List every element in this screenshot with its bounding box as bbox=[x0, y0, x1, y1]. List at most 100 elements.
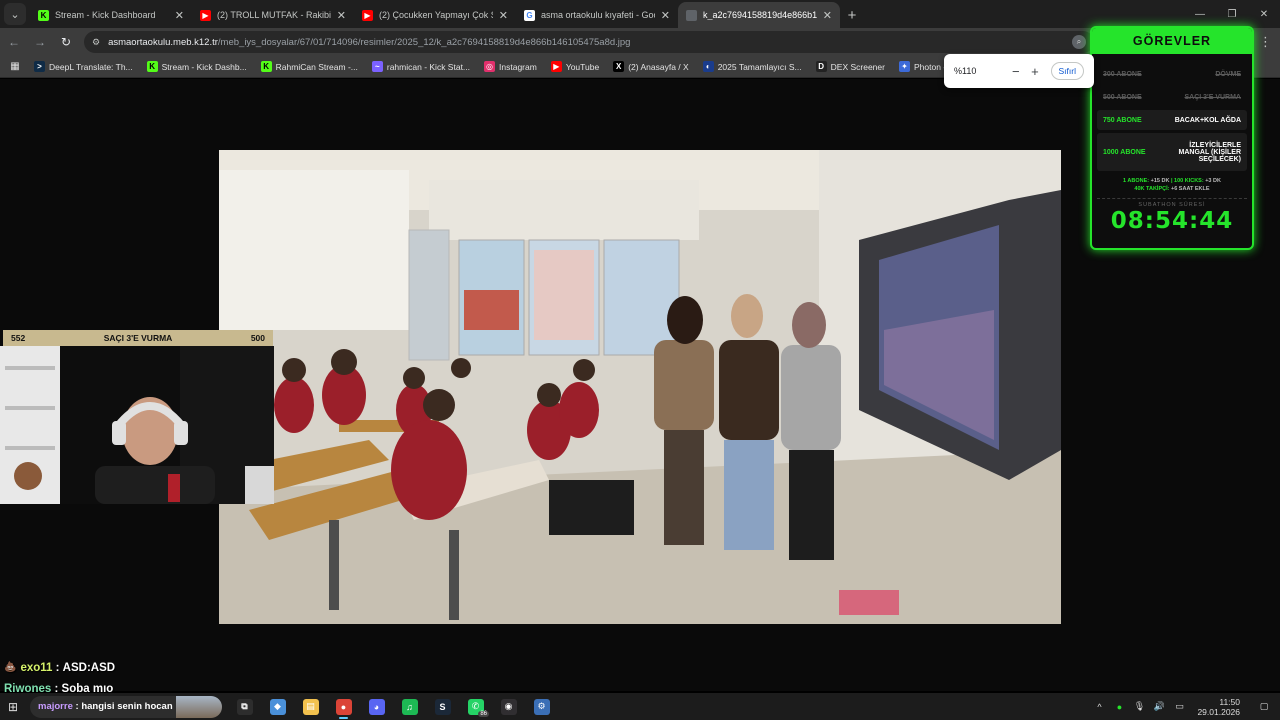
bookmark-item[interactable]: D DEX Screener bbox=[815, 61, 885, 72]
apps-grid-icon[interactable]: ▦ bbox=[4, 61, 26, 72]
taskbar-task-view-icon[interactable]: ⧉ bbox=[228, 693, 261, 720]
microphone-icon[interactable]: 🎙 bbox=[1131, 701, 1147, 712]
network-icon[interactable]: ▭ bbox=[1171, 701, 1187, 712]
app-misc-glyph: ⚙ bbox=[533, 698, 550, 715]
bookmark-favicon-icon: > bbox=[34, 61, 45, 72]
reload-icon[interactable]: ↻ bbox=[54, 30, 78, 54]
zoom-out-icon[interactable]: − bbox=[1006, 64, 1025, 79]
bookmark-item[interactable]: ◎ Instagram bbox=[484, 61, 537, 72]
zoom-popup: %110 − + Sıfırl bbox=[944, 54, 1094, 88]
rule-follow-value: +6 SAAT EKLE bbox=[1171, 186, 1210, 192]
obs-glyph: ◉ bbox=[500, 698, 517, 715]
back-icon[interactable]: ← bbox=[2, 30, 26, 54]
tray-status-icon[interactable]: ● bbox=[1111, 702, 1127, 712]
streamer-webcam bbox=[0, 346, 274, 504]
chat-username: exo11 bbox=[20, 661, 53, 674]
minimize-icon[interactable]: — bbox=[1184, 0, 1216, 28]
goal-row: 300 ABONE DÖVME bbox=[1097, 64, 1247, 84]
taskbar-search[interactable]: majorre : hangisi senin hocan bbox=[30, 695, 222, 718]
new-tab-icon[interactable]: + bbox=[840, 3, 864, 27]
goal-label: SAÇI 3'E VURMA bbox=[103, 333, 173, 343]
clock-date: 29.01.2026 bbox=[1197, 706, 1240, 717]
taskbar-file-explorer-icon[interactable]: ▤ bbox=[294, 693, 327, 720]
forward-icon[interactable]: → bbox=[28, 30, 52, 54]
bookmark-list: > DeepL Translate: Th... K Stream - Kick Da… bbox=[34, 61, 1043, 72]
bookmark-favicon-icon: K bbox=[146, 61, 158, 72]
taskbar-chrome-icon[interactable]: ● bbox=[327, 693, 360, 720]
subscriber-goal-bar: 552 SAÇI 3'E VURMA 500 bbox=[3, 330, 273, 346]
bookmark-label: DeepL Translate: Th... bbox=[49, 61, 133, 72]
bookmark-item[interactable]: ▶ YouTube bbox=[550, 61, 599, 72]
goal-threshold: 500 ABONE bbox=[1103, 93, 1142, 101]
zoom-reset-button[interactable]: Sıfırl bbox=[1050, 62, 1084, 80]
tray-chevron-icon[interactable]: ^ bbox=[1091, 702, 1107, 712]
chat-badge-icon: 💩 bbox=[4, 662, 17, 673]
zoom-level: %110 bbox=[954, 66, 977, 76]
goal-threshold: 300 ABONE bbox=[1103, 70, 1142, 78]
tab-close-icon[interactable]: ✕ bbox=[823, 9, 832, 22]
search-highlight-thumbnail bbox=[176, 695, 222, 718]
goal-reward: İZLEYİCİLERLE MANGAL (KİŞİLER SEÇİLECEK) bbox=[1178, 141, 1241, 163]
taskbar-spotify-icon[interactable]: ♫ bbox=[393, 693, 426, 720]
classroom-illustration bbox=[219, 150, 1061, 624]
taskbar-whatsapp-icon[interactable]: ✆ 86 bbox=[459, 693, 492, 720]
taskbar-clock[interactable]: 11:50 29.01.2026 bbox=[1197, 697, 1240, 717]
browser-tab[interactable]: ▶ (2) TROLL MUTFAK - Rakibinin Y ✕ bbox=[192, 2, 354, 28]
bookmark-item[interactable]: K RahmiCan Stream -... bbox=[260, 61, 358, 72]
taskbar-app-misc-icon[interactable]: ⚙ bbox=[525, 693, 558, 720]
goal-reward: BACAK+KOL AĞDA bbox=[1174, 116, 1241, 124]
zoom-icon[interactable]: ⌕ bbox=[1072, 35, 1086, 49]
chat-username: majorre bbox=[38, 701, 73, 712]
window-controls: — ❐ ✕ bbox=[1184, 0, 1280, 28]
unread-count-badge: 86 bbox=[478, 711, 489, 717]
browser-tab[interactable]: k_a2c7694158819d4e866b14610 ✕ bbox=[678, 2, 840, 28]
goal-current: 552 bbox=[11, 333, 26, 343]
close-icon[interactable]: ✕ bbox=[1248, 0, 1280, 28]
tab-favicon-icon bbox=[686, 9, 697, 21]
browser-tab[interactable]: ▶ (2) Çocukken Yapmayı Çok Sevd ✕ bbox=[354, 2, 516, 28]
clock-time: 11:50 bbox=[1219, 696, 1240, 707]
tab-list: K Stream - Kick Dashboard ✕ ▶ (2) TROLL MUTF… bbox=[30, 2, 840, 28]
goal-target: 500 bbox=[250, 333, 265, 343]
start-icon[interactable]: ⊞ bbox=[0, 693, 26, 720]
taskbar-obs-icon[interactable]: ◉ bbox=[492, 693, 525, 720]
rule-sub-value: +15 DK bbox=[1150, 178, 1170, 184]
bookmark-item[interactable]: > DeepL Translate: Th... bbox=[34, 61, 133, 72]
address-bar[interactable]: ⚙ asmaortaokulu.meb.k12.tr/meb_iys_dosya… bbox=[84, 31, 1094, 53]
bookmark-favicon-icon: ~ bbox=[371, 61, 383, 72]
taskbar-apps: ⧉ ◆ ▤ ● ◕ ♫ S ✆ 86 ◉ ⚙ bbox=[228, 693, 558, 720]
goals-rules-note: 1 ABONE: +15 DK | 100 KICKS: +3 DK 40K T… bbox=[1092, 177, 1252, 193]
bookmark-item[interactable]: ~ rahmican - Kick Stat... bbox=[371, 61, 470, 72]
restore-icon[interactable]: ❐ bbox=[1216, 0, 1248, 28]
bookmark-item[interactable]: X (2) Anasayfa / X bbox=[613, 61, 689, 72]
subathon-timer: 08:54:44 bbox=[1110, 208, 1234, 234]
tab-close-icon[interactable]: ✕ bbox=[337, 9, 346, 22]
tab-close-icon[interactable]: ✕ bbox=[175, 9, 184, 22]
bookmark-favicon-icon: ◎ bbox=[484, 61, 496, 72]
bookmark-label: (2) Anasayfa / X bbox=[628, 61, 689, 72]
zoom-in-icon[interactable]: + bbox=[1025, 64, 1044, 79]
browser-tab[interactable]: K Stream - Kick Dashboard ✕ bbox=[30, 2, 192, 28]
goals-panel-title: GÖREVLER bbox=[1092, 28, 1252, 54]
tab-close-icon[interactable]: ✕ bbox=[499, 9, 508, 22]
tab-title: Stream - Kick Dashboard bbox=[55, 10, 156, 20]
browser-menu-icon[interactable]: ⋮ bbox=[1259, 34, 1272, 50]
bookmark-item[interactable]: ◐ 2025 Tamamlayıcı S... bbox=[702, 61, 802, 72]
goal-row: 750 ABONE BACAK+KOL AĞDA bbox=[1097, 110, 1247, 130]
taskbar-steam-icon[interactable]: S bbox=[426, 693, 459, 720]
tab-favicon-icon: G bbox=[524, 9, 535, 21]
goals-panel: GÖREVLER 300 ABONE DÖVME 500 ABONE SAÇI 3'E… bbox=[1090, 26, 1254, 250]
goal-row: 500 ABONE SAÇI 3'E VURMA bbox=[1097, 87, 1247, 107]
goal-threshold: 750 ABONE bbox=[1103, 116, 1142, 124]
spotify-glyph: ♫ bbox=[401, 698, 418, 715]
site-info-icon[interactable]: ⚙ bbox=[92, 37, 100, 48]
tab-search-icon[interactable]: ⌄ bbox=[4, 3, 26, 25]
browser-tab[interactable]: Gasma ortaokulu kıyafeti - Google ✕ bbox=[516, 2, 678, 28]
notification-icon[interactable]: ▢ bbox=[1256, 701, 1272, 712]
taskbar-discord-icon[interactable]: ◕ bbox=[360, 693, 393, 720]
tab-close-icon[interactable]: ✕ bbox=[661, 9, 670, 22]
volume-icon[interactable]: 🔊 bbox=[1151, 701, 1167, 712]
tab-title: (2) Çocukken Yapmayı Çok Sevd bbox=[379, 10, 493, 20]
taskbar-copilot-icon[interactable]: ◆ bbox=[261, 693, 294, 720]
bookmark-item[interactable]: K Stream - Kick Dashb... bbox=[146, 61, 247, 72]
